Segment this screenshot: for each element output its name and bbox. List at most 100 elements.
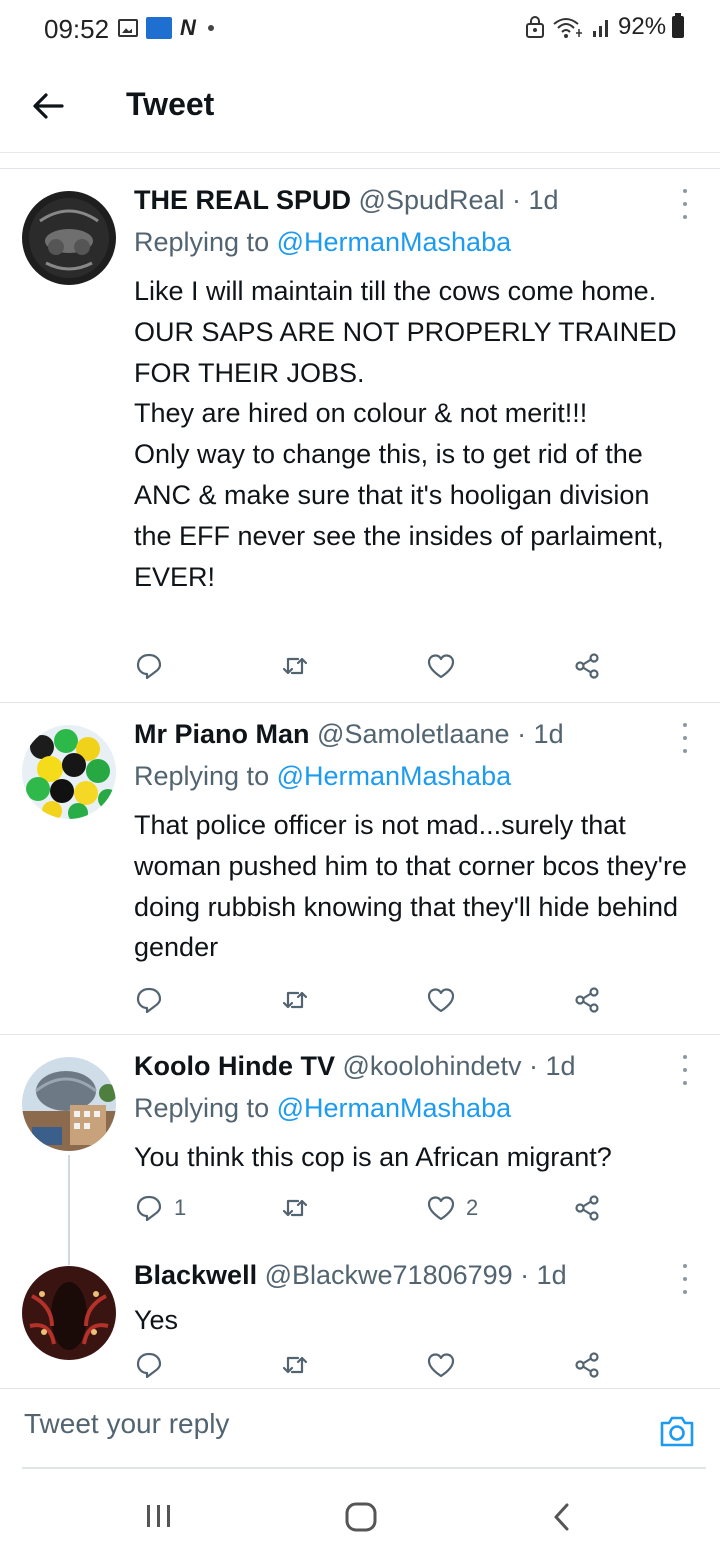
avatar[interactable]: [22, 725, 116, 819]
tweet-text: Yes: [134, 1305, 179, 1335]
replying-mention-link[interactable]: @HermanMashaba: [277, 1093, 512, 1123]
avatar[interactable]: [22, 1266, 116, 1360]
tweet-koolohindetv[interactable]: Koolo Hinde TV @koolohindetv · 1d Replyi…: [0, 1034, 720, 1265]
comment-icon: [136, 653, 162, 680]
tweet-text: That police officer is not mad...surely …: [134, 810, 687, 963]
system-navigation-bar: [0, 1470, 720, 1560]
tweet-header: Koolo Hinde TV @koolohindetv · 1d: [134, 1051, 576, 1082]
retweet-icon: [282, 1356, 308, 1374]
retweet-button[interactable]: [280, 1193, 320, 1223]
reply-input[interactable]: [22, 1407, 586, 1441]
tweet-actions: [0, 985, 720, 1025]
camera-icon: [660, 1416, 694, 1447]
author-handle[interactable]: @Samoletlaane: [317, 719, 510, 749]
top-app-bar: Tweet: [0, 60, 720, 153]
tweet-header: THE REAL SPUD @SpudReal · 1d: [134, 185, 559, 216]
tweet-actions: [0, 651, 720, 691]
comment-icon: [136, 1195, 162, 1222]
recent-apps-icon: [147, 1505, 170, 1527]
status-bar: 09:52 N 92%: [0, 0, 720, 60]
share-button[interactable]: [572, 651, 602, 681]
tweet-spudreal[interactable]: THE REAL SPUD @SpudReal · 1d Replying to…: [0, 168, 720, 703]
replying-prefix: Replying to: [134, 227, 277, 257]
avatar[interactable]: [22, 1057, 116, 1151]
share-icon: [575, 1352, 599, 1378]
recent-apps-button[interactable]: [144, 1502, 174, 1535]
notification-icons: N: [118, 15, 214, 41]
tweet-time: · 1d: [509, 719, 564, 749]
reply-button[interactable]: [134, 651, 174, 681]
more-options-icon[interactable]: [680, 189, 690, 219]
heart-icon: [427, 1353, 455, 1378]
avatar-image: [22, 191, 116, 285]
tweet-blackwell[interactable]: Blackwell @Blackwe71806799 · 1d Yes: [0, 1244, 720, 1388]
tweet-time: · 1d: [521, 1051, 576, 1081]
heart-icon: [427, 988, 455, 1013]
retweet-icon: [282, 657, 308, 675]
chevron-left-icon: [554, 1503, 569, 1531]
reply-button[interactable]: [134, 985, 174, 1015]
tweet-header: Blackwell @Blackwe71806799 · 1d: [134, 1260, 567, 1291]
camera-button[interactable]: [658, 1413, 696, 1449]
news-notification-icon: [146, 17, 172, 39]
reply-count: 1: [174, 1195, 187, 1220]
tweet-text: Like I will maintain till the cows come …: [134, 276, 677, 592]
share-button[interactable]: [572, 1350, 602, 1380]
home-button[interactable]: [344, 1502, 378, 1537]
share-icon: [575, 1195, 599, 1221]
retweet-button[interactable]: [280, 1350, 320, 1380]
like-button[interactable]: [426, 1350, 466, 1380]
retweet-icon: [282, 1199, 308, 1217]
replying-mention-link[interactable]: @HermanMashaba: [277, 227, 512, 257]
replying-mention-link[interactable]: @HermanMashaba: [277, 761, 512, 791]
more-notifications-icon: [207, 25, 214, 31]
author-handle[interactable]: @SpudReal: [359, 185, 505, 215]
gallery-notification-icon: [118, 19, 138, 37]
share-button[interactable]: [572, 985, 602, 1015]
signal-icon: [593, 20, 608, 37]
share-button[interactable]: [572, 1193, 602, 1223]
home-icon: [345, 1502, 377, 1532]
author-name[interactable]: Koolo Hinde TV: [134, 1051, 335, 1081]
like-count: 2: [466, 1195, 479, 1220]
battery-percentage: 92%: [618, 13, 667, 40]
author-name[interactable]: Blackwell: [134, 1260, 257, 1290]
retweet-button[interactable]: [280, 985, 320, 1015]
tweet-text: You think this cop is an African migrant…: [134, 1142, 612, 1172]
heart-icon: [427, 1196, 455, 1221]
netflix-notification-icon: N: [180, 15, 196, 40]
wifi-icon: [553, 18, 582, 38]
more-options-icon[interactable]: [680, 723, 690, 753]
tweet-samoletlaane[interactable]: Mr Piano Man @Samoletlaane · 1d Replying…: [0, 702, 720, 1035]
arrow-left-icon: [33, 93, 64, 119]
system-icons: 92%: [524, 13, 685, 41]
reply-button[interactable]: [134, 1350, 174, 1380]
back-button[interactable]: [26, 84, 74, 128]
lock-icon: [526, 16, 544, 38]
heart-icon: [427, 654, 455, 679]
comment-icon: [136, 1352, 162, 1379]
tweet-actions: 1 2: [0, 1193, 720, 1233]
author-handle[interactable]: @Blackwe71806799: [265, 1260, 513, 1290]
like-button[interactable]: 2: [426, 1193, 478, 1223]
retweet-button[interactable]: [280, 651, 320, 681]
status-time: 09:52: [44, 14, 110, 44]
replying-prefix: Replying to: [134, 761, 277, 791]
avatar[interactable]: [22, 191, 116, 285]
author-name[interactable]: Mr Piano Man: [134, 719, 310, 749]
replying-to: Replying to @HermanMashaba: [134, 761, 511, 792]
more-options-icon[interactable]: [680, 1055, 690, 1085]
page-title: Tweet: [126, 86, 215, 122]
reply-button[interactable]: 1: [134, 1193, 186, 1223]
author-handle[interactable]: @koolohindetv: [343, 1051, 522, 1081]
like-button[interactable]: [426, 651, 466, 681]
like-button[interactable]: [426, 985, 466, 1015]
reply-divider: [22, 1467, 706, 1469]
replying-to: Replying to @HermanMashaba: [134, 227, 511, 258]
author-name[interactable]: THE REAL SPUD: [134, 185, 351, 215]
back-nav-button[interactable]: [550, 1502, 574, 1537]
comment-icon: [136, 987, 162, 1014]
share-icon: [575, 653, 599, 679]
more-options-icon[interactable]: [680, 1264, 690, 1294]
tweet-header: Mr Piano Man @Samoletlaane · 1d: [134, 719, 564, 750]
